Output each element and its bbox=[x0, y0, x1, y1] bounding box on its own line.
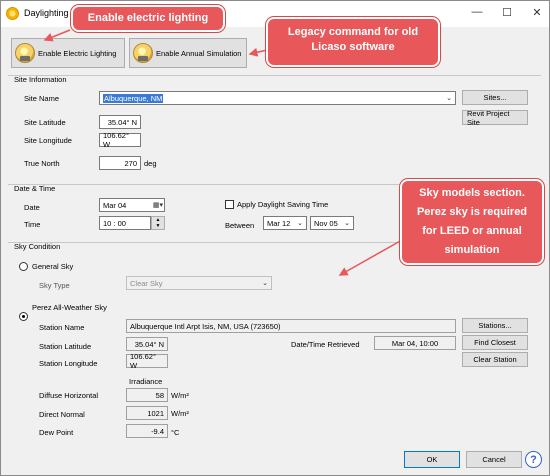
dew-point-unit: °C bbox=[171, 428, 180, 437]
station-latitude-label: Station Latitude bbox=[39, 342, 92, 351]
sun-icon bbox=[6, 7, 19, 20]
site-longitude-field[interactable]: 106.62° W bbox=[99, 131, 141, 149]
calendar-icon[interactable]: ▦▾ bbox=[152, 201, 164, 209]
true-north-unit: deg bbox=[144, 159, 157, 168]
callout-sky-line3: for LEED or annual bbox=[422, 225, 522, 237]
time-spinner[interactable]: ▲ ▼ bbox=[151, 216, 165, 230]
enable-annual-simulation-label: Enable Annual Simulation bbox=[156, 48, 242, 58]
time-field[interactable]: 10 : 00 bbox=[99, 216, 151, 230]
dst-label: Apply Daylight Saving Time bbox=[237, 200, 329, 209]
time-label: Time bbox=[24, 220, 41, 229]
station-name-label: Station Name bbox=[39, 323, 85, 332]
time-value: 10 : 00 bbox=[103, 218, 126, 228]
cancel-button[interactable]: Cancel bbox=[466, 451, 522, 468]
chevron-down-icon: ⌄ bbox=[262, 280, 268, 287]
callout-legacy-line1: Legacy command for old bbox=[287, 26, 419, 38]
diffuse-horizontal-unit: W/m² bbox=[171, 391, 189, 400]
site-latitude-label: Site Latitude bbox=[24, 118, 66, 127]
irradiance-label: Irradiance bbox=[129, 377, 163, 386]
callout-electric-text: Enable electric lighting bbox=[87, 12, 209, 24]
diffuse-horizontal-label: Diffuse Horizontal bbox=[39, 391, 99, 400]
direct-normal-unit: W/m² bbox=[171, 409, 189, 418]
dew-point-field: -9.4 bbox=[126, 424, 168, 438]
chevron-down-icon: ⌄ bbox=[344, 220, 350, 227]
chevron-down-icon: ⌄ bbox=[297, 220, 303, 227]
between-end-select[interactable]: Nov 05 ⌄ bbox=[310, 216, 354, 230]
station-longitude-label: Station Longitude bbox=[39, 359, 98, 368]
between-start-value: Mar 12 bbox=[267, 218, 291, 228]
ok-button[interactable]: OK bbox=[404, 451, 460, 468]
site-latitude-field[interactable]: 35.04° N bbox=[99, 115, 141, 129]
between-start-select[interactable]: Mar 12 ⌄ bbox=[263, 216, 307, 230]
divider bbox=[8, 75, 541, 76]
station-name-field[interactable]: Albuquerque Intl Arpt Isis, NM, USA (723… bbox=[126, 319, 456, 333]
perez-sky-radio[interactable] bbox=[19, 312, 28, 321]
station-longitude-field: 106.62° W bbox=[126, 352, 168, 370]
callout-sky-line2: Perez sky is required bbox=[416, 206, 528, 218]
chevron-down-icon: ⌄ bbox=[446, 95, 452, 102]
date-value: Mar 04 bbox=[103, 200, 127, 210]
true-north-field[interactable]: 270 bbox=[99, 156, 141, 170]
light-bulb-icon bbox=[15, 43, 35, 63]
stations-button[interactable]: Stations... bbox=[462, 318, 528, 333]
callout-sky-models: Sky models section. Perez sky is require… bbox=[400, 179, 544, 265]
general-sky-radio[interactable] bbox=[19, 262, 28, 271]
direct-normal-field: 1021 bbox=[126, 406, 168, 420]
diffuse-horizontal-field: 58 bbox=[126, 388, 168, 402]
sky-type-value: Clear Sky bbox=[130, 278, 163, 288]
calendar-bulb-icon bbox=[133, 43, 153, 63]
date-label: Date bbox=[24, 203, 40, 212]
find-closest-button[interactable]: Find Closest bbox=[462, 335, 528, 350]
between-label: Between bbox=[225, 221, 255, 230]
date-picker[interactable]: Mar 04 ▦▾ bbox=[99, 198, 165, 212]
site-longitude-label: Site Longitude bbox=[24, 136, 72, 145]
clear-station-button[interactable]: Clear Station bbox=[462, 352, 528, 367]
revit-project-site-button[interactable]: Revit Project Site bbox=[462, 109, 528, 127]
maximize-icon[interactable]: ☐ bbox=[499, 6, 515, 19]
datetime-retrieved-label: Date/Time Retrieved bbox=[291, 340, 360, 349]
window-title: Daylighting bbox=[24, 8, 69, 18]
enable-electric-lighting-label: Enable Electric Lighting bbox=[38, 48, 117, 58]
dst-checkbox[interactable] bbox=[225, 200, 234, 209]
close-icon[interactable]: ✕ bbox=[529, 6, 545, 19]
datetime-retrieved-field: Mar 04, 10:00 bbox=[374, 336, 456, 350]
enable-electric-lighting-button[interactable]: Enable Electric Lighting bbox=[11, 38, 125, 68]
site-information-title: Site Information bbox=[14, 75, 67, 84]
site-name-value: Albuquerque, NM bbox=[103, 93, 164, 103]
site-name-select[interactable]: Albuquerque, NM ⌄ bbox=[99, 91, 456, 105]
sky-condition-title: Sky Condition bbox=[14, 242, 61, 251]
site-name-label: Site Name bbox=[24, 94, 60, 103]
true-north-label: True North bbox=[24, 159, 60, 168]
callout-sky-line4: simulation bbox=[444, 244, 500, 256]
dew-point-label: Dew Point bbox=[39, 428, 74, 437]
callout-legacy-line2: Licaso software bbox=[311, 41, 395, 53]
callout-sky-line1: Sky models section. bbox=[419, 187, 525, 199]
general-sky-label: General Sky bbox=[32, 262, 74, 271]
station-latitude-field: 35.04° N bbox=[126, 337, 168, 351]
chevron-down-icon[interactable]: ▼ bbox=[156, 223, 161, 229]
direct-normal-label: Direct Normal bbox=[39, 410, 85, 419]
minimize-icon[interactable]: — bbox=[469, 6, 485, 18]
callout-legacy-command: Legacy command for old Licaso software bbox=[266, 17, 440, 67]
date-time-title: Date & Time bbox=[14, 184, 56, 193]
perez-sky-label: Perez All-Weather Sky bbox=[32, 303, 107, 312]
sites-button[interactable]: Sites... bbox=[462, 90, 528, 105]
enable-annual-simulation-button[interactable]: Enable Annual Simulation bbox=[129, 38, 247, 68]
help-icon[interactable]: ? bbox=[525, 451, 542, 468]
sky-type-select[interactable]: Clear Sky ⌄ bbox=[126, 276, 272, 290]
between-end-value: Nov 05 bbox=[314, 218, 338, 228]
sky-type-label: Sky Type bbox=[39, 281, 70, 290]
callout-electric-lighting: Enable electric lighting bbox=[71, 5, 225, 32]
